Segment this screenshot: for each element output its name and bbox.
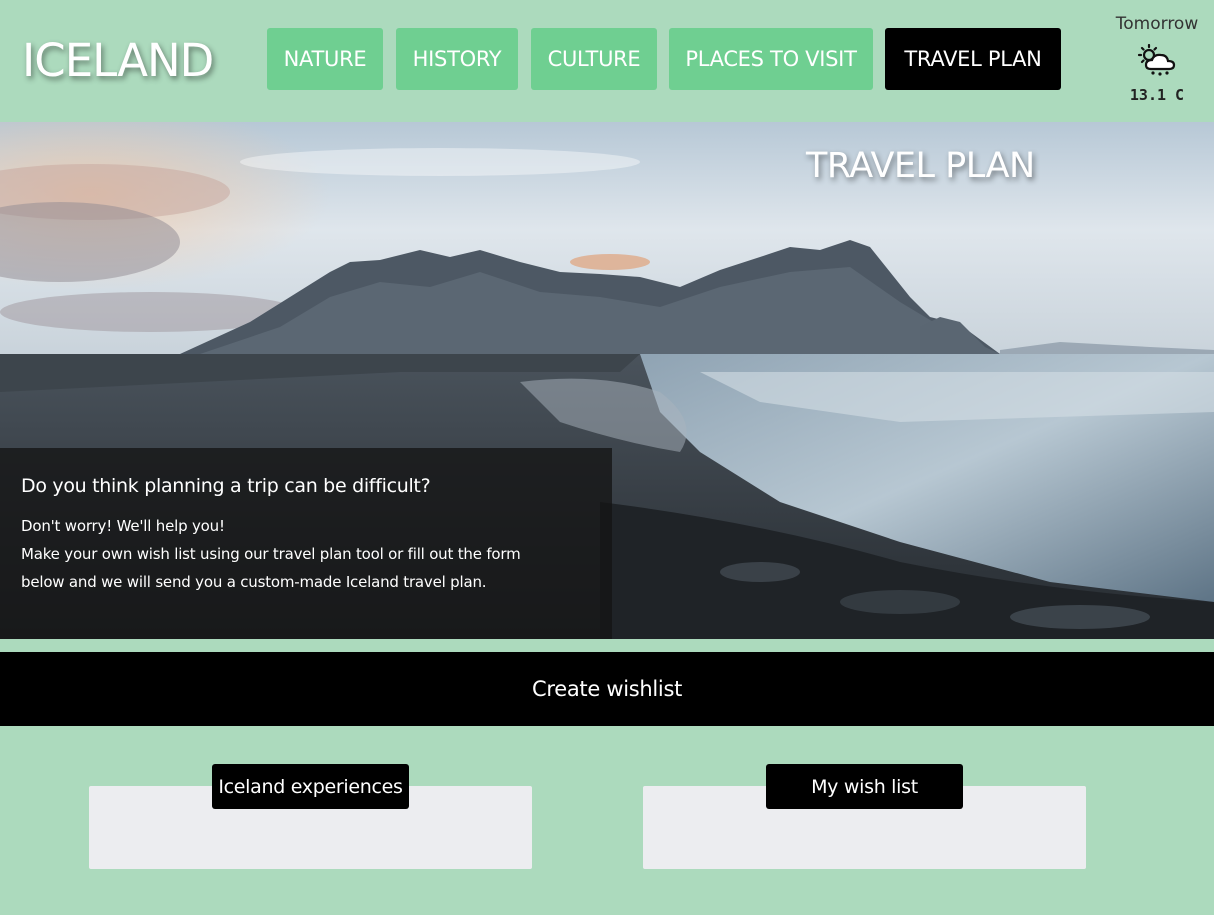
hero-title: TRAVEL PLAN [806,146,1035,186]
hero-banner: TRAVEL PLAN Do you think planning a trip… [0,122,1214,639]
hero-heading: Do you think planning a trip can be diff… [21,475,431,497]
create-wishlist-bar[interactable]: Create wishlist [0,652,1214,726]
site-header: ICELAND NATURE HISTORY CULTURE PLACES TO… [0,0,1214,122]
weather-temperature: 13.1 C [1129,86,1185,104]
site-logo[interactable]: ICELAND [22,34,214,87]
nav-travel-plan[interactable]: TRAVEL PLAN [885,28,1061,90]
nav-history[interactable]: HISTORY [396,28,518,90]
experiences-panel-title: Iceland experiences [212,764,409,809]
weather-widget: Tomorrow 13.1 C [1100,14,1214,114]
hero-text-line-3: below and we will send you a custom-made… [21,573,487,591]
nav-culture[interactable]: CULTURE [531,28,657,90]
weather-day: Tomorrow [1115,14,1199,34]
nav-places-to-visit[interactable]: PLACES TO VISIT [669,28,873,90]
hero-intro-box: Do you think planning a trip can be diff… [0,448,612,639]
cloud-snow-sun-icon [1137,44,1176,76]
my-wish-list-panel-title: My wish list [766,764,963,809]
hero-text-line-1: Don't worry! We'll help you! [21,517,225,535]
nav-nature[interactable]: NATURE [267,28,383,90]
hero-text-line-2: Make your own wish list using our travel… [21,545,521,563]
